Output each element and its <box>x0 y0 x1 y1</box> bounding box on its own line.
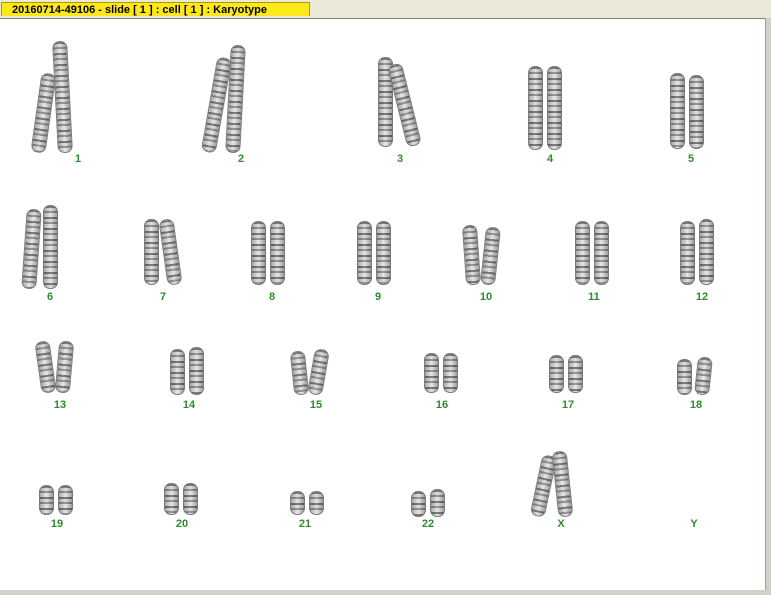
chromosome-label-x: X <box>557 518 565 530</box>
chromosome-13a[interactable] <box>34 340 57 394</box>
chromosome-label-16: 16 <box>435 399 449 411</box>
chromosome-22b[interactable] <box>430 489 445 517</box>
chromosome-12a[interactable] <box>680 221 695 285</box>
tab-karyotype[interactable]: 20160714-49106 - slide [ 1 ] : cell [ 1 … <box>1 2 310 16</box>
chromosome-label-y: Y <box>690 518 698 530</box>
chromosome-4b[interactable] <box>547 66 562 150</box>
chromosome-label-22: 22 <box>421 518 435 530</box>
chromosome-pair-14[interactable] <box>170 347 204 395</box>
chromosome-label-17: 17 <box>561 399 575 411</box>
chromosome-pair-3[interactable] <box>378 57 422 148</box>
chromosome-14b[interactable] <box>189 347 204 395</box>
chromosome-7b[interactable] <box>158 218 183 286</box>
chromosome-label-5: 5 <box>687 153 695 165</box>
vertical-scrollbar[interactable] <box>765 18 771 595</box>
chromosome-pair-12[interactable] <box>680 219 714 285</box>
chromosome-20b[interactable] <box>183 483 198 515</box>
chromosome-pair-17[interactable] <box>549 355 583 393</box>
chromosome-pair-19[interactable] <box>39 485 73 515</box>
chromosome-8a[interactable] <box>251 221 266 285</box>
chromosome-pair-9[interactable] <box>357 221 391 285</box>
chromosome-20a[interactable] <box>164 483 179 515</box>
chromosome-label-7: 7 <box>159 291 167 303</box>
chromosome-5b[interactable] <box>689 75 704 149</box>
chromosome-18b[interactable] <box>694 356 713 396</box>
chromosome-label-20: 20 <box>175 518 189 530</box>
chromosome-17b[interactable] <box>568 355 583 393</box>
horizontal-scrollbar[interactable] <box>0 590 771 595</box>
chromosome-label-13: 13 <box>53 399 67 411</box>
chromosome-label-15: 15 <box>309 399 323 411</box>
chromosome-pair-21[interactable] <box>290 491 324 515</box>
chromosome-label-21: 21 <box>298 518 312 530</box>
chromosome-11b[interactable] <box>594 221 609 285</box>
chromosome-xb[interactable] <box>551 450 574 518</box>
chromosome-21a[interactable] <box>290 491 305 515</box>
chromosome-label-11: 11 <box>588 291 600 303</box>
karyotype-canvas[interactable]: 1 2 3 4 5 6 7 8 9 10 11 12 13 14 15 16 1… <box>0 18 765 595</box>
chromosome-pair-8[interactable] <box>251 221 285 285</box>
chromosome-21b[interactable] <box>309 491 324 515</box>
chromosome-pair-13[interactable] <box>34 340 75 394</box>
chromosome-15a[interactable] <box>289 350 310 396</box>
chromosome-4a[interactable] <box>528 66 543 150</box>
chromosome-10b[interactable] <box>480 226 501 286</box>
chromosome-16a[interactable] <box>424 353 439 393</box>
chromosome-9b[interactable] <box>376 221 391 285</box>
chromosome-7a[interactable] <box>144 219 159 285</box>
chromosome-label-9: 9 <box>374 291 382 303</box>
chromosome-17a[interactable] <box>549 355 564 393</box>
chromosome-label-12: 12 <box>695 291 709 303</box>
chromosome-label-8: 8 <box>268 291 276 303</box>
chromosome-pair-4[interactable] <box>528 66 562 150</box>
chromosome-label-4: 4 <box>546 153 554 165</box>
chromosome-label-18: 18 <box>689 399 703 411</box>
chromosome-8b[interactable] <box>270 221 285 285</box>
chromosome-1b[interactable] <box>52 40 73 154</box>
chromosome-1a[interactable] <box>30 72 57 154</box>
chromosome-16b[interactable] <box>443 353 458 393</box>
chromosome-6a[interactable] <box>21 208 42 290</box>
chromosome-pair-1[interactable] <box>30 40 73 154</box>
chromosome-10a[interactable] <box>461 224 482 286</box>
chromosome-pair-18[interactable] <box>677 356 713 396</box>
tab-bar: 20160714-49106 - slide [ 1 ] : cell [ 1 … <box>0 0 771 18</box>
chromosome-pair-22[interactable] <box>411 489 445 517</box>
chromosome-pair-16[interactable] <box>424 353 458 393</box>
chromosome-label-10: 10 <box>479 291 493 303</box>
chromosome-19b[interactable] <box>58 485 73 515</box>
chromosome-pair-10[interactable] <box>461 224 501 286</box>
chromosome-15b[interactable] <box>307 348 330 396</box>
chromosome-pair-5[interactable] <box>670 73 704 149</box>
chromosome-14a[interactable] <box>170 349 185 395</box>
chromosome-label-3: 3 <box>396 153 404 165</box>
chromosome-label-14: 14 <box>182 399 196 411</box>
chromosome-12b[interactable] <box>699 219 714 285</box>
chromosome-pair-20[interactable] <box>164 483 198 515</box>
chromosome-label-19: 19 <box>50 518 64 530</box>
chromosome-13b[interactable] <box>54 340 75 394</box>
chromosome-pair-7[interactable] <box>144 218 183 286</box>
chromosome-pair-11[interactable] <box>575 221 609 285</box>
chromosome-5a[interactable] <box>670 73 685 149</box>
chromosome-pair-6[interactable] <box>21 205 58 290</box>
chromosome-label-6: 6 <box>46 291 54 303</box>
chromosome-6b[interactable] <box>43 205 58 289</box>
chromosome-9a[interactable] <box>357 221 372 285</box>
chromosome-label-2: 2 <box>237 153 245 165</box>
chromosome-22a[interactable] <box>411 491 426 517</box>
chromosome-pair-x[interactable] <box>529 450 574 518</box>
chromosome-18a[interactable] <box>677 359 692 395</box>
chromosome-11a[interactable] <box>575 221 590 285</box>
chromosome-pair-2[interactable] <box>200 44 246 154</box>
chromosome-19a[interactable] <box>39 485 54 515</box>
chromosome-label-1: 1 <box>74 153 82 165</box>
chromosome-pair-15[interactable] <box>289 348 330 396</box>
